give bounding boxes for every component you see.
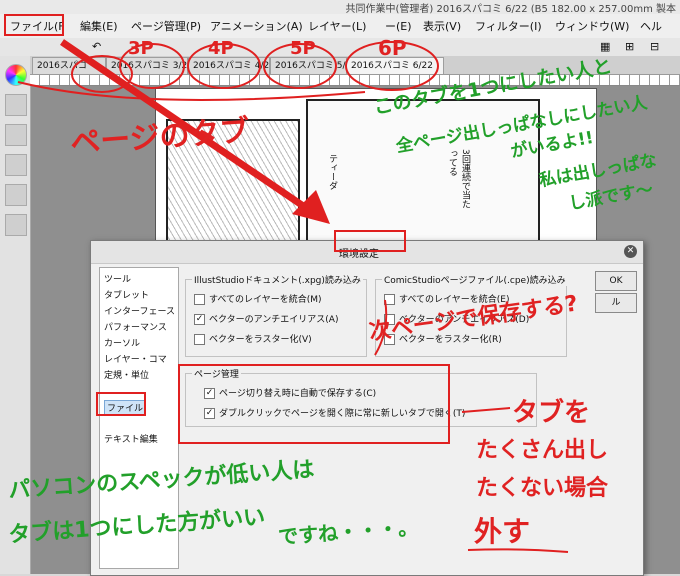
annotation-tab-line-3: たくない場合	[476, 476, 609, 501]
red-arrow-head	[292, 190, 330, 224]
annotation-tab-5p: 5P	[290, 38, 316, 59]
annotation-tab-4p: 4P	[208, 38, 234, 59]
annotation-tab-line-1: タブを	[512, 398, 591, 428]
annotation-tab-line-2: たくさん出し	[476, 438, 609, 463]
annotation-tab-3p: 3P	[128, 38, 154, 59]
tab-bracket-line	[17, 81, 366, 101]
annotation-tab-line-4: 外す	[474, 515, 531, 548]
tab-pointer-line	[461, 407, 511, 413]
annotation-tab-6p: 6P	[378, 36, 407, 60]
